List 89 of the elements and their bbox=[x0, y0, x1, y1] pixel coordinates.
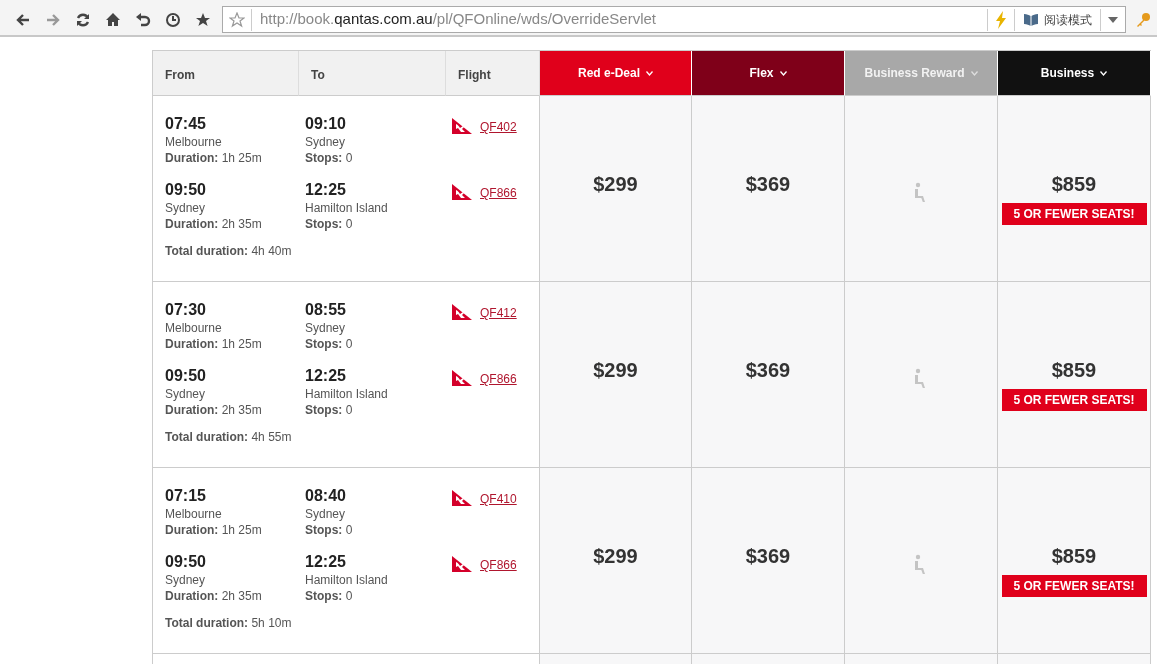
dropdown-caret-icon[interactable] bbox=[1108, 16, 1118, 23]
undo-icon bbox=[135, 11, 151, 28]
tail-logo-icon bbox=[452, 370, 472, 386]
seat-icon bbox=[914, 368, 928, 388]
chevron-down-icon bbox=[970, 70, 978, 76]
refresh-icon bbox=[75, 11, 91, 28]
fare-price[interactable]: $299 bbox=[593, 358, 638, 382]
clock-icon bbox=[165, 11, 181, 28]
fare-price[interactable]: $369 bbox=[745, 358, 791, 382]
flight-number-link[interactable]: QF412 bbox=[480, 304, 517, 322]
fare-price[interactable]: $369 bbox=[745, 172, 791, 196]
arrival-time: 12:25 bbox=[305, 552, 347, 572]
departure-city: Melbourne bbox=[165, 134, 223, 150]
departure-city: Melbourne bbox=[165, 320, 223, 336]
flight-number-link[interactable]: QF866 bbox=[480, 370, 517, 388]
duration-text: Duration: 1h 25m bbox=[165, 336, 263, 352]
stops-text: Stops: 0 bbox=[305, 336, 354, 352]
stops-text: Stops: 0 bbox=[305, 588, 354, 604]
star-icon bbox=[195, 11, 211, 28]
arrival-city: Sydney bbox=[305, 134, 347, 150]
column-header: From bbox=[153, 51, 299, 96]
tail-logo-icon bbox=[452, 556, 472, 572]
chevron-down-icon bbox=[646, 70, 653, 76]
total-duration-text: Total duration: 5h 10m bbox=[165, 615, 293, 631]
tail-logo-icon bbox=[452, 304, 472, 320]
departure-city: Sydney bbox=[165, 572, 207, 588]
bookmark-star-icon[interactable] bbox=[229, 11, 245, 28]
stops-text: Stops: 0 bbox=[305, 150, 354, 166]
arrival-city: Sydney bbox=[305, 320, 347, 336]
fare-price[interactable]: $859 bbox=[1051, 544, 1097, 568]
departure-city: Sydney bbox=[165, 386, 207, 402]
duration-text: Duration: 2h 35m bbox=[165, 402, 263, 418]
arrival-time: 08:40 bbox=[305, 486, 347, 506]
fare-column-header[interactable]: Business bbox=[998, 51, 1151, 96]
flight-number-link[interactable]: QF866 bbox=[480, 184, 517, 202]
seats-left-badge: 5 OR FEWER SEATS! bbox=[1001, 203, 1147, 225]
tail-logo-icon bbox=[452, 490, 472, 506]
arrival-time: 12:25 bbox=[305, 366, 347, 386]
total-duration-text: Total duration: 4h 40m bbox=[165, 243, 293, 259]
seats-left-badge: 5 OR FEWER SEATS! bbox=[1001, 575, 1147, 597]
departure-time: 09:50 bbox=[165, 552, 207, 572]
fare-price[interactable]: $859 bbox=[1051, 358, 1097, 382]
stops-text: Stops: 0 bbox=[305, 402, 354, 418]
back-icon bbox=[15, 11, 31, 28]
arrival-city: Hamilton Island bbox=[305, 572, 389, 588]
arrival-time: 12:25 bbox=[305, 180, 347, 200]
stops-text: Stops: 0 bbox=[305, 216, 354, 232]
column-header: Flight bbox=[446, 51, 540, 96]
duration-text: Duration: 2h 35m bbox=[165, 588, 263, 604]
tail-logo-icon bbox=[452, 118, 472, 134]
departure-city: Melbourne bbox=[165, 506, 223, 522]
forward-icon bbox=[45, 11, 61, 28]
stops-text: Stops: 0 bbox=[305, 522, 354, 538]
duration-text: Duration: 1h 25m bbox=[165, 150, 263, 166]
arrival-time: 08:55 bbox=[305, 300, 347, 320]
fare-price[interactable]: $859 bbox=[1051, 172, 1097, 196]
seat-icon bbox=[914, 182, 928, 202]
flight-number-link[interactable]: QF866 bbox=[480, 556, 517, 574]
departure-time: 09:50 bbox=[165, 366, 207, 386]
book-icon bbox=[1023, 12, 1039, 27]
fare-price[interactable]: $369 bbox=[745, 544, 791, 568]
column-header: To bbox=[299, 51, 446, 96]
departure-city: Sydney bbox=[165, 200, 207, 216]
flight-number-link[interactable]: QF410 bbox=[480, 490, 517, 508]
arrival-city: Sydney bbox=[305, 506, 347, 522]
duration-text: Duration: 1h 25m bbox=[165, 522, 263, 538]
total-duration-text: Total duration: 4h 55m bbox=[165, 429, 293, 445]
reader-mode-button[interactable]: 阅读模式 bbox=[1015, 10, 1100, 29]
address-bar[interactable]: http://book.qantas.com.au/pl/QFOnline/wds/OverrideServlet 阅读模式 bbox=[222, 6, 1126, 33]
tail-logo-icon bbox=[452, 184, 472, 200]
chevron-down-icon bbox=[1100, 70, 1108, 76]
fare-column-header[interactable]: Flex bbox=[692, 51, 845, 96]
url-text: http://book.qantas.com.au/pl/QFOnline/wds/OverrideServlet bbox=[259, 9, 658, 30]
home-icon bbox=[105, 11, 121, 28]
seats-left-badge: 5 OR FEWER SEATS! bbox=[1001, 389, 1147, 411]
departure-time: 09:50 bbox=[165, 180, 207, 200]
fare-price[interactable]: $299 bbox=[593, 544, 638, 568]
departure-time: 07:30 bbox=[165, 300, 207, 320]
departure-time: 07:45 bbox=[165, 114, 207, 134]
flight-number-link[interactable]: QF402 bbox=[480, 118, 517, 136]
arrival-time: 09:10 bbox=[305, 114, 347, 134]
departure-time: 07:15 bbox=[165, 486, 207, 506]
seat-icon bbox=[914, 554, 928, 574]
arrival-city: Hamilton Island bbox=[305, 386, 389, 402]
arrival-city: Hamilton Island bbox=[305, 200, 389, 216]
fare-column-header[interactable]: Red e-Deal bbox=[540, 51, 692, 96]
chevron-down-icon bbox=[779, 70, 787, 76]
duration-text: Duration: 2h 35m bbox=[165, 216, 263, 232]
fare-price[interactable]: $299 bbox=[593, 172, 638, 196]
